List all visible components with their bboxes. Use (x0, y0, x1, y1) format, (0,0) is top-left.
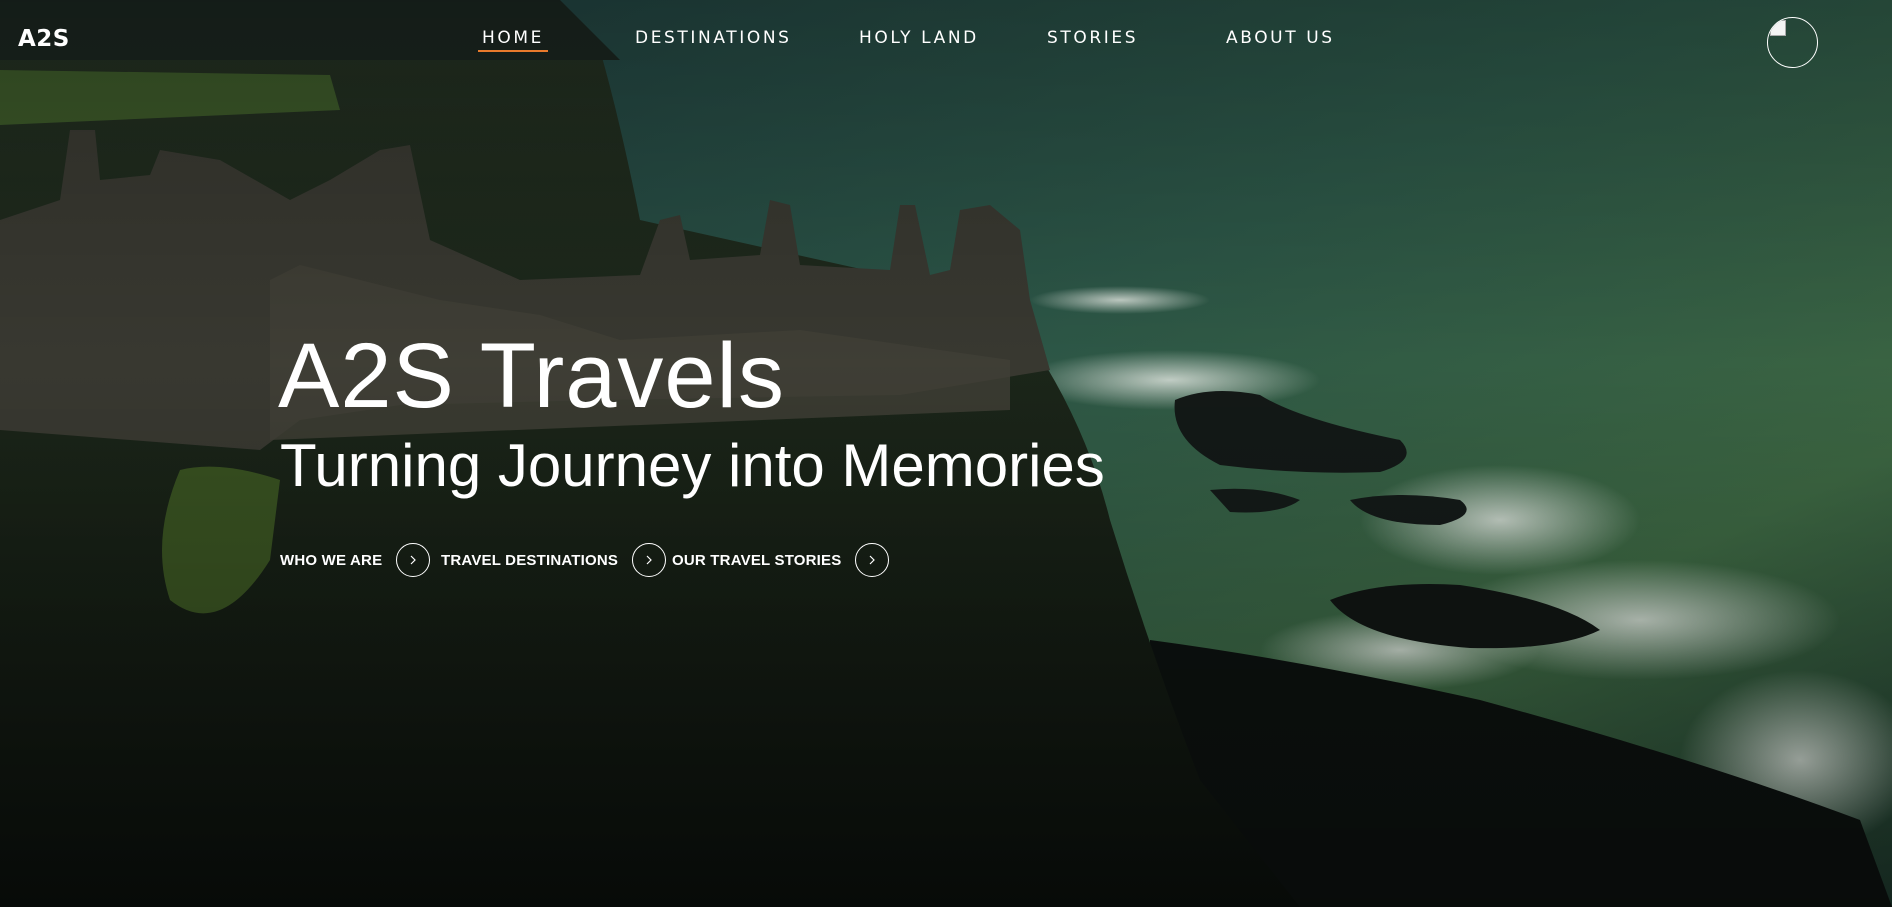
nav-stories[interactable]: STORIES (1047, 28, 1138, 48)
cta-label: WHO WE ARE (280, 551, 383, 569)
chevron-right-icon[interactable] (855, 543, 890, 577)
broken-image-icon (1770, 20, 1786, 36)
who-we-are-link[interactable]: WHO WE ARE (280, 542, 431, 578)
nav-holy-land[interactable]: HOLY LAND (859, 28, 979, 48)
chevron-right-icon[interactable] (632, 543, 667, 577)
travel-destinations-link[interactable]: TRAVEL DESTINATIONS (441, 542, 667, 578)
hero-title: A2S Travels (278, 325, 785, 427)
nav-destinations[interactable]: DESTINATIONS (635, 28, 792, 48)
cta-label: OUR TRAVEL STORIES (672, 551, 842, 569)
chevron-right-icon[interactable] (396, 543, 431, 577)
user-avatar-icon[interactable] (1767, 17, 1818, 68)
travel-stories-link[interactable]: OUR TRAVEL STORIES (672, 542, 890, 578)
cta-label: TRAVEL DESTINATIONS (441, 551, 619, 569)
hero-subtitle: Turning Journey into Memories (280, 432, 1105, 499)
nav-about-us[interactable]: ABOUT US (1226, 28, 1335, 48)
main-nav: HOME DESTINATIONS HOLY LAND STORIES ABOU… (0, 28, 1892, 58)
nav-home[interactable]: HOME (478, 28, 548, 52)
